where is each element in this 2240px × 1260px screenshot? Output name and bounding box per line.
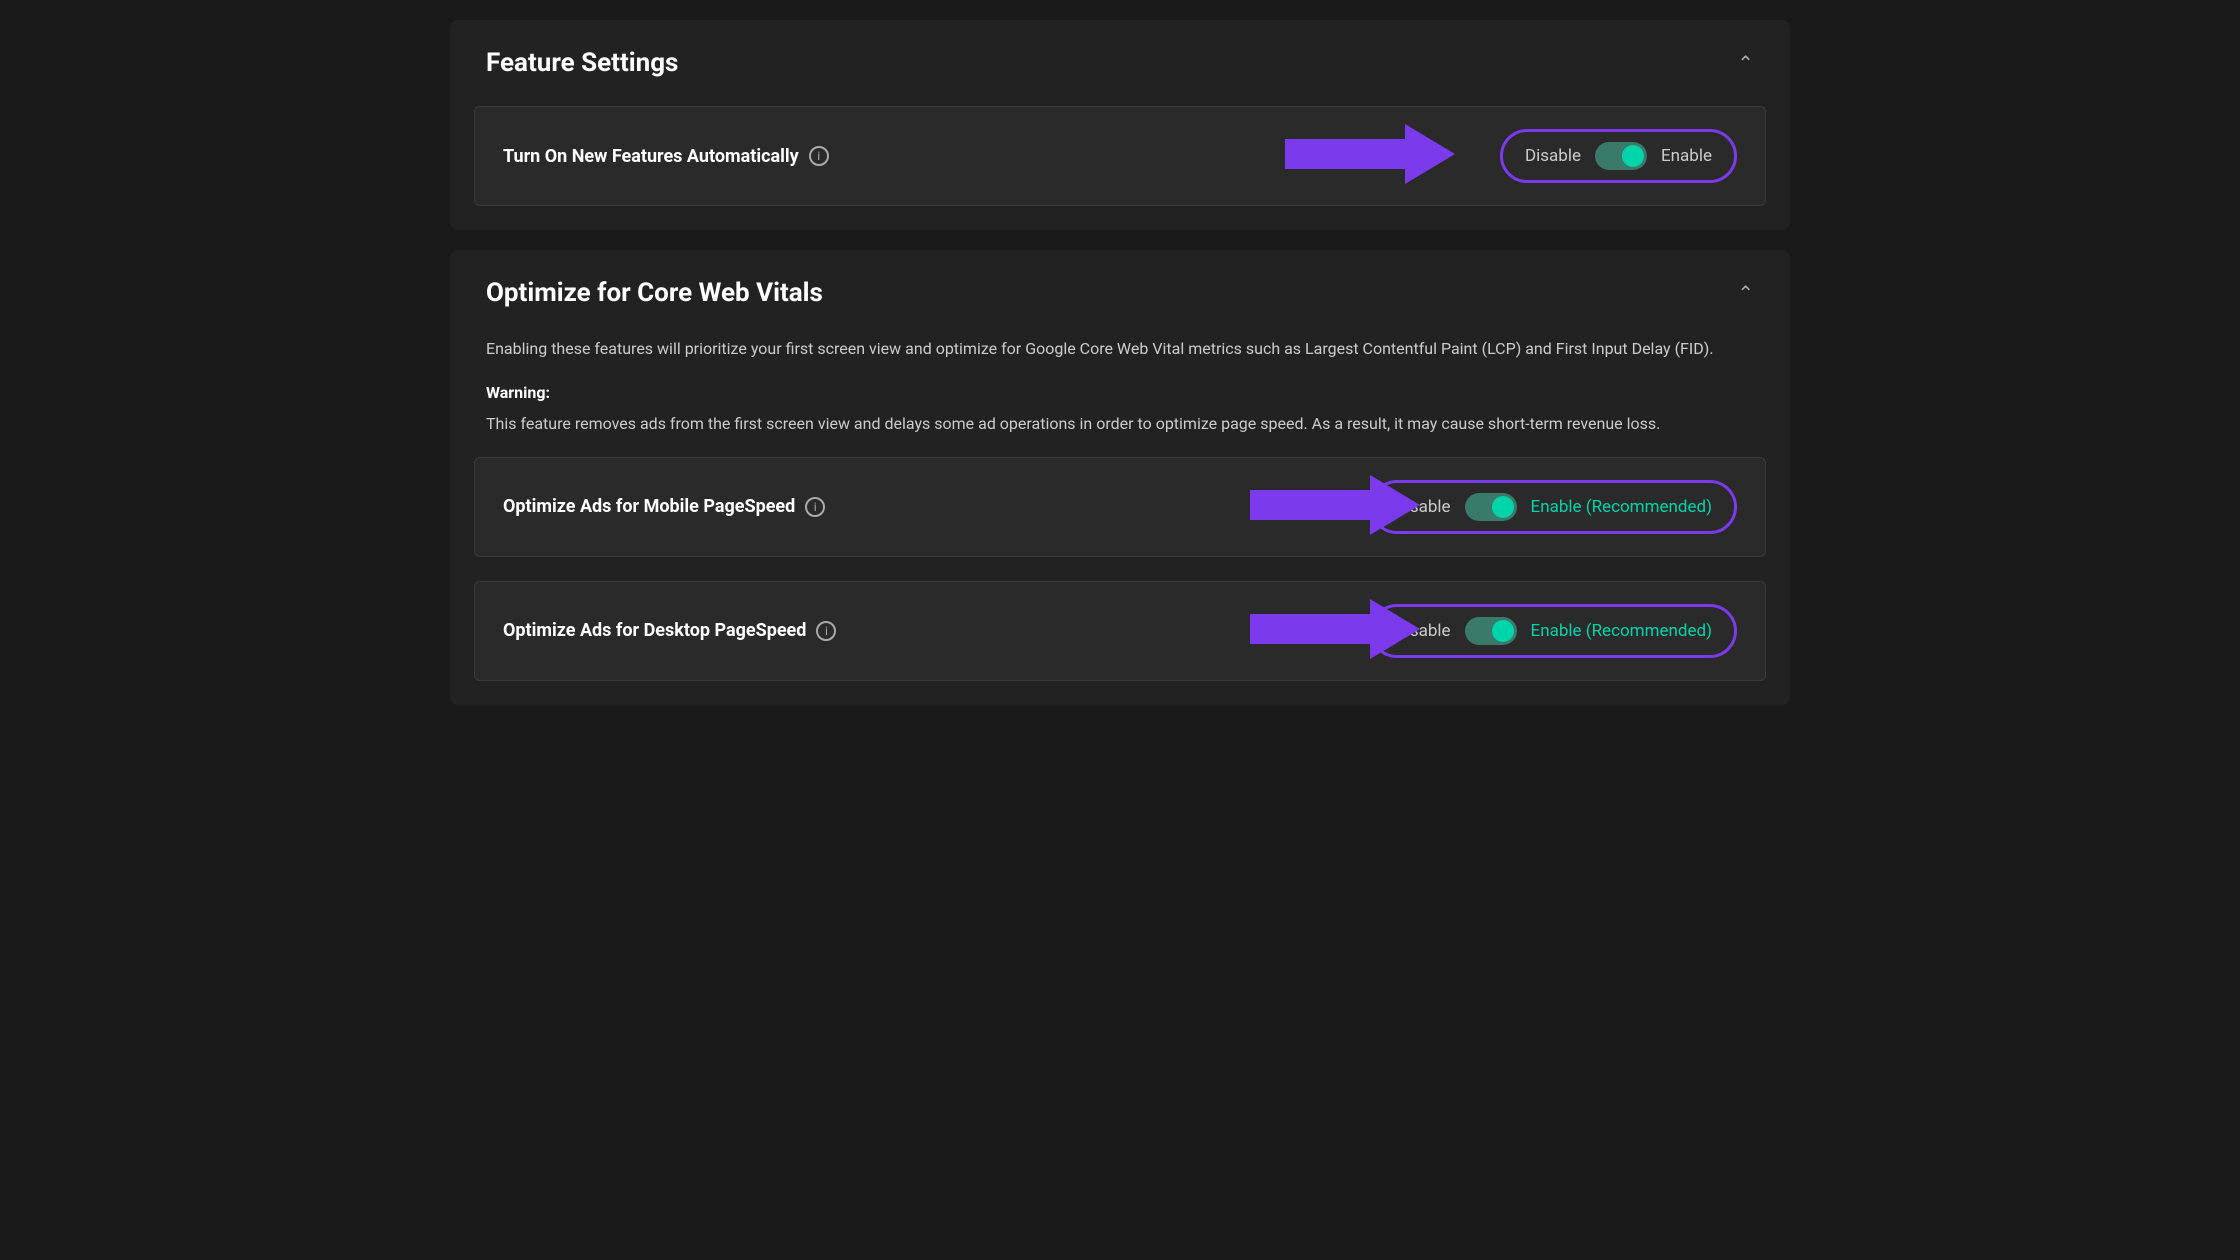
arrow-mobile-svg: [1250, 475, 1420, 535]
core-web-vitals-header[interactable]: Optimize for Core Web Vitals ⌃: [450, 250, 1790, 336]
feature-settings-header[interactable]: Feature Settings ⌃: [450, 20, 1790, 106]
arrow-annotation-new-features: [1285, 124, 1455, 188]
arrow-svg: [1285, 124, 1455, 184]
mobile-pagespeed-toggle-thumb: [1492, 496, 1514, 518]
desktop-pagespeed-toggle-thumb: [1492, 620, 1514, 642]
new-features-toggle-control[interactable]: Disable Enable: [1500, 129, 1737, 183]
feature-settings-chevron-icon: ⌃: [1737, 51, 1754, 75]
new-features-enable-label: Enable: [1661, 146, 1712, 166]
arrow-desktop-svg: [1250, 599, 1420, 659]
mobile-pagespeed-toggle[interactable]: [1465, 493, 1517, 521]
desktop-pagespeed-toggle-control[interactable]: Disable Enable (Recommended): [1370, 604, 1737, 658]
feature-settings-section: Feature Settings ⌃ Turn On New Features …: [450, 20, 1790, 230]
desktop-pagespeed-label: Optimize Ads for Desktop PageSpeed i: [503, 620, 836, 641]
turn-on-new-features-row: Turn On New Features Automatically i Dis…: [474, 106, 1766, 206]
new-features-toggle-thumb: [1622, 145, 1644, 167]
arrow-annotation-desktop: [1250, 599, 1420, 663]
mobile-pagespeed-toggle-track: [1465, 493, 1517, 521]
new-features-disable-label: Disable: [1525, 146, 1581, 166]
mobile-pagespeed-toggle-control[interactable]: Disable Enable (Recommended): [1370, 480, 1737, 534]
mobile-pagespeed-label: Optimize Ads for Mobile PageSpeed i: [503, 496, 825, 517]
desktop-pagespeed-toggle-track: [1465, 617, 1517, 645]
turn-on-new-features-info-icon[interactable]: i: [809, 146, 829, 166]
core-web-vitals-chevron-icon: ⌃: [1737, 281, 1754, 305]
desktop-pagespeed-row: Optimize Ads for Desktop PageSpeed i Dis…: [474, 581, 1766, 681]
arrow-annotation-mobile: [1250, 475, 1420, 539]
feature-settings-title: Feature Settings: [486, 48, 678, 78]
turn-on-new-features-label: Turn On New Features Automatically i: [503, 146, 829, 167]
desktop-pagespeed-enable-label: Enable (Recommended): [1531, 621, 1712, 641]
new-features-toggle-track: [1595, 142, 1647, 170]
new-features-toggle[interactable]: [1595, 142, 1647, 170]
mobile-pagespeed-info-icon[interactable]: i: [805, 497, 825, 517]
desktop-pagespeed-toggle[interactable]: [1465, 617, 1517, 645]
core-web-vitals-section: Optimize for Core Web Vitals ⌃ Enabling …: [450, 250, 1790, 705]
mobile-pagespeed-row: Optimize Ads for Mobile PageSpeed i Disa…: [474, 457, 1766, 557]
core-web-vitals-title: Optimize for Core Web Vitals: [486, 278, 823, 308]
mobile-pagespeed-enable-label: Enable (Recommended): [1531, 497, 1712, 517]
desktop-pagespeed-info-icon[interactable]: i: [816, 621, 836, 641]
core-web-vitals-description: Enabling these features will prioritize …: [450, 336, 1790, 457]
